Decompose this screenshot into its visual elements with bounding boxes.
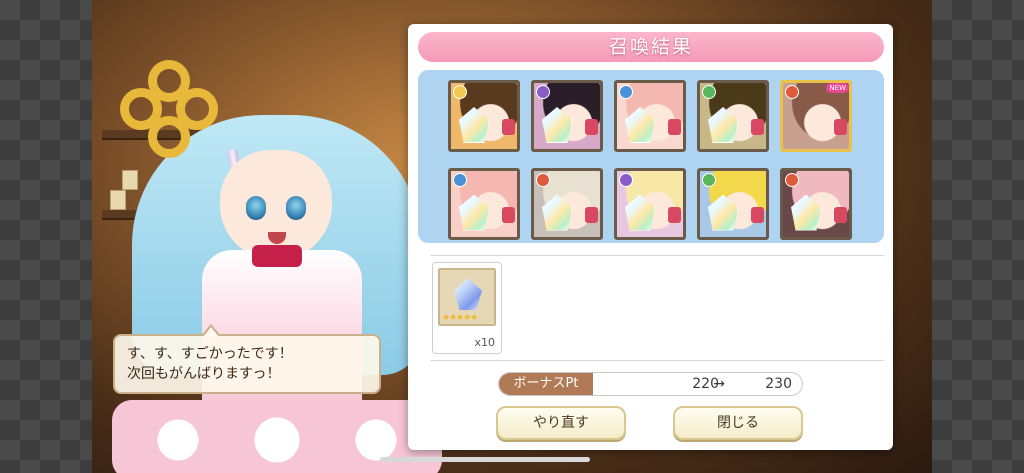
fire-element-icon xyxy=(785,85,799,99)
exclamation-badge-icon xyxy=(668,119,681,135)
bonus-pt-row: ボーナスPt 220 → 230 xyxy=(498,372,803,396)
bonus-item-card[interactable]: ★★★★★ x10 xyxy=(432,262,502,354)
speech-line: す、す、すごかったです！ xyxy=(127,346,293,362)
water-element-icon xyxy=(619,85,633,99)
result-card[interactable] xyxy=(614,167,686,240)
crystal-icon: ★★★★★ xyxy=(438,268,496,326)
result-card[interactable] xyxy=(531,80,603,152)
fire-element-icon xyxy=(536,172,550,187)
speech-bubble: す、す、すごかったです！ 次回もがんばりますっ！ xyxy=(113,324,381,394)
home-indicator[interactable] xyxy=(380,457,590,462)
eye-icon xyxy=(246,196,266,220)
exclamation-badge-icon xyxy=(834,119,847,135)
light-element-icon xyxy=(453,85,467,99)
exclamation-badge-icon xyxy=(751,119,764,135)
gem-icon xyxy=(454,278,482,310)
retry-button[interactable]: やり直す xyxy=(496,406,626,440)
ribbon-bow xyxy=(252,245,302,267)
result-card[interactable] xyxy=(448,80,520,152)
character-face xyxy=(220,150,332,260)
dialog-title: 召喚結果 xyxy=(418,32,884,62)
dark-element-icon xyxy=(536,85,550,99)
result-card[interactable] xyxy=(780,167,852,240)
result-card[interactable] xyxy=(697,167,769,240)
right-pattern-bar xyxy=(932,0,1024,473)
bonus-pt-label: ボーナスPt xyxy=(499,373,593,395)
wind-element-icon xyxy=(702,172,716,187)
bonus-items-area: ★★★★★ x10 xyxy=(430,255,884,361)
summon-results-grid: NEW xyxy=(418,70,884,243)
close-button[interactable]: 閉じる xyxy=(673,406,803,440)
clover-staff-head-icon xyxy=(120,60,220,160)
exclamation-badge-icon xyxy=(502,206,515,223)
result-card[interactable] xyxy=(697,80,769,152)
eye-icon xyxy=(286,196,306,220)
water-element-icon xyxy=(453,172,467,187)
speech-line: 次回もがんばりますっ！ xyxy=(127,366,281,382)
dark-element-icon xyxy=(619,172,633,187)
exclamation-badge-icon xyxy=(585,206,598,223)
result-card[interactable] xyxy=(614,80,686,152)
result-card[interactable]: NEW xyxy=(780,80,852,152)
exclamation-badge-icon xyxy=(668,206,681,223)
rarity-stars: ★★★★★ xyxy=(442,313,478,323)
new-badge: NEW xyxy=(826,83,849,93)
character-illustration xyxy=(92,20,442,473)
dress-frill xyxy=(112,400,442,473)
bonus-pt-to: 230 xyxy=(765,376,792,392)
wind-element-icon xyxy=(702,85,716,99)
exclamation-badge-icon xyxy=(834,206,847,223)
fire-element-icon xyxy=(785,172,799,187)
arrow-right-icon: → xyxy=(713,376,725,392)
exclamation-badge-icon xyxy=(502,119,515,135)
mouth xyxy=(268,232,286,244)
exclamation-badge-icon xyxy=(585,119,598,135)
left-pattern-bar xyxy=(0,0,92,473)
result-card[interactable] xyxy=(531,167,603,240)
summon-result-dialog: 召喚結果 NEW ★★★★★ x10 ボーナスPt 220 → 230 やり直す… xyxy=(408,24,893,450)
exclamation-badge-icon xyxy=(751,206,764,223)
result-card[interactable] xyxy=(448,167,520,240)
item-count: x10 xyxy=(474,336,495,349)
